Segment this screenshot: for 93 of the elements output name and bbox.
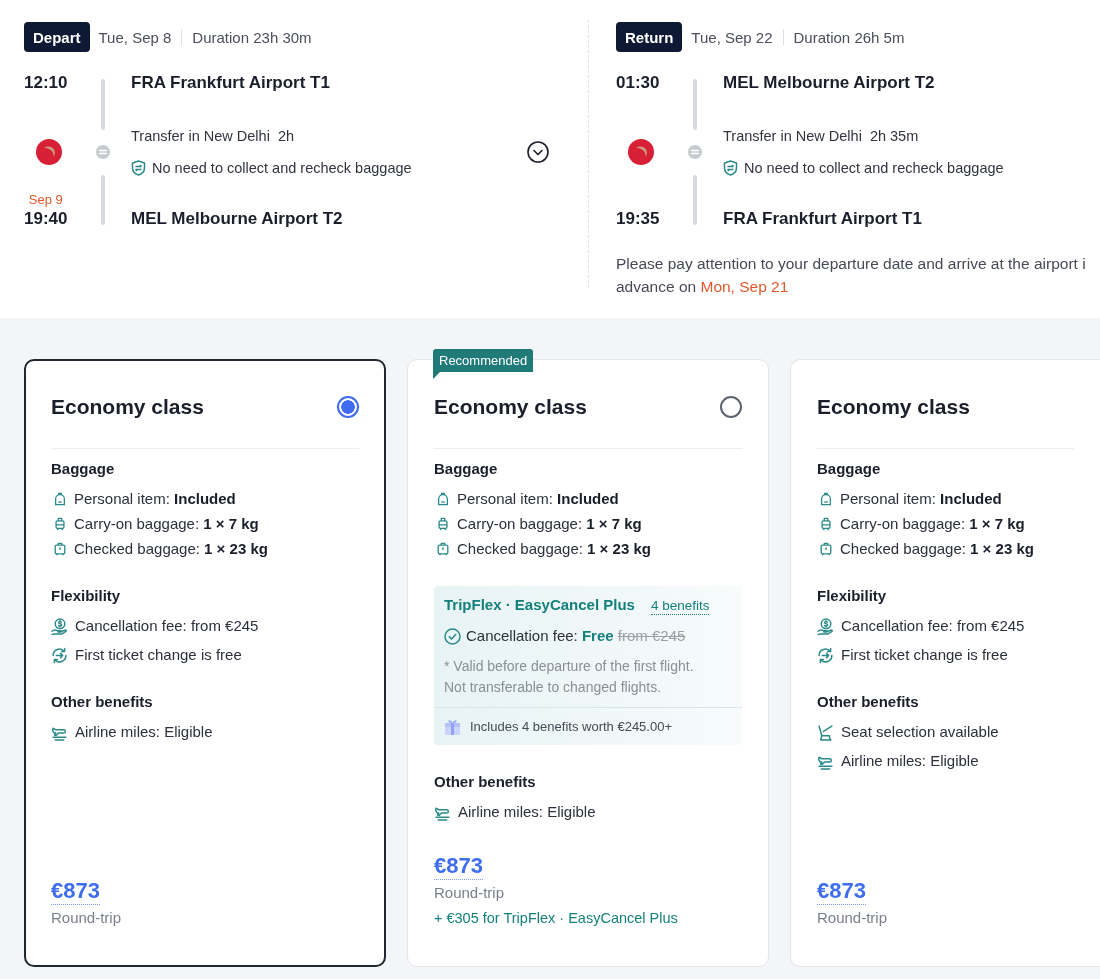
fare-title: Economy class [817,394,970,420]
benefits-link[interactable]: 4 benefits [650,598,710,615]
departure-time: 12:10 [24,72,68,94]
timeline-line [693,79,697,130]
transfer-city: Transfer in New Delhi [131,127,270,145]
suitcase-icon [819,542,833,556]
transfer-duration: 2h [277,127,294,145]
benefit-text: Cancellation fee: from €245 [841,616,1025,636]
airport-name: FRA Frankfurt Airport T1 [723,208,923,230]
timeline-line [101,175,105,225]
suitcase-icon [436,542,450,556]
benefit-text: Carry-on baggage: 1 × 7 kg [840,514,1025,534]
timeline-line [101,79,105,130]
arrival-time: 19:35 [616,208,660,230]
benefit-text: Checked baggage: 1 × 23 kg [74,539,268,559]
shield-icon [723,160,738,176]
flight-date: Tue, Sep 8 [98,28,172,46]
offer-note: * Valid before departure of the first flight. [444,657,694,676]
benefit-text: Checked baggage: 1 × 23 kg [840,539,1034,559]
benefit-text: Carry-on baggage: 1 × 7 kg [74,514,259,534]
check-circle-icon [444,627,461,645]
airline-logo-icon [36,139,62,165]
rolling-suitcase-icon [53,517,67,531]
price-note: Round-trip [51,909,122,927]
coin-hand-icon [817,617,834,635]
flight-duration: Duration 26h 5m [793,28,905,46]
flight-duration: Duration 23h 30m [192,28,312,46]
circle-arrow-icon [51,646,68,664]
departure-notice: Please pay attention to your departure date and arrive at the airport i advance on Mon, Sep 21 [616,254,1086,297]
airport-name: FRA Frankfurt Airport T1 [131,72,331,94]
benefit-text: Personal item: Included [74,489,236,509]
direction-badge: Depart [24,22,90,52]
baggage-note: No need to collect and recheck baggage [744,159,1004,177]
fare-title: Economy class [51,394,204,420]
radio-button[interactable] [720,396,742,418]
direction-badge: Return [616,22,683,52]
airline-logo-icon [628,139,654,165]
benefit-text: Airline miles: Eligible [841,751,979,771]
backpack-icon [819,492,833,506]
gift-icon [444,718,461,736]
baggage-note: No need to collect and recheck baggage [152,159,412,177]
benefit-text: Cancellation fee: from €245 [75,616,259,636]
fare-title: Economy class [434,394,587,420]
seat-icon [817,723,834,741]
suitcase-icon [53,542,67,556]
fare-price: €873 [434,853,483,880]
benefit-text: Airline miles: Eligible [458,802,596,822]
radio-button[interactable] [337,396,359,418]
arrival-time: 19:40 [24,208,68,230]
airport-name: MEL Melbourne Airport T2 [723,72,936,94]
offer-summary: Includes 4 benefits worth €245.00+ [470,718,672,736]
cancellation-fee: Cancellation fee: Free from €245 [466,627,686,645]
offer-note: Not transferable to changed flights. [444,678,662,697]
benefit-text: Personal item: Included [840,489,1002,509]
fare-price: €873 [817,878,866,905]
rolling-suitcase-icon [436,517,450,531]
benefit-text: Checked baggage: 1 × 23 kg [457,539,651,559]
section-title: Other benefits [817,692,919,712]
backpack-icon [436,492,450,506]
circle-arrow-icon [817,646,834,664]
backpack-icon [53,492,67,506]
benefit-text: First ticket change is free [75,645,242,665]
chevron-down-icon[interactable] [527,141,549,163]
benefit-text: Airline miles: Eligible [75,722,213,742]
section-title: Other benefits [434,772,536,792]
add-on-price: + €305 for TripFlex · EasyCancel Plus [434,909,678,927]
airport-name: MEL Melbourne Airport T2 [131,208,344,230]
coin-hand-icon [51,617,68,635]
benefit-text: Personal item: Included [457,489,619,509]
section-title: Baggage [51,459,115,479]
flight-date: Tue, Sep 22 [691,28,773,46]
shield-icon [131,160,146,176]
departure-time: 01:30 [616,72,660,94]
transfer-duration: 2h 35m [869,127,919,145]
fare-price: €873 [51,878,100,905]
price-note: Round-trip [817,909,888,927]
benefit-text: Seat selection available [841,722,999,742]
section-title: Baggage [817,459,881,479]
section-title: Flexibility [51,586,121,606]
price-note: Round-trip [434,884,505,902]
benefit-text: Carry-on baggage: 1 × 7 kg [457,514,642,534]
section-title: Other benefits [51,692,153,712]
rolling-suitcase-icon [819,517,833,531]
section-title: Baggage [434,459,498,479]
section-title: Flexibility [817,586,887,606]
benefit-text: First ticket change is free [841,645,1008,665]
transfer-icon [688,145,702,159]
offer-title: TripFlex · EasyCancel Plus [444,596,635,614]
transfer-icon [96,145,110,159]
arrival-day-note: Sep 9 [28,192,63,208]
transfer-city: Transfer in New Delhi [723,127,862,145]
recommended-badge: Recommended [433,349,534,379]
timeline-line [693,175,697,225]
